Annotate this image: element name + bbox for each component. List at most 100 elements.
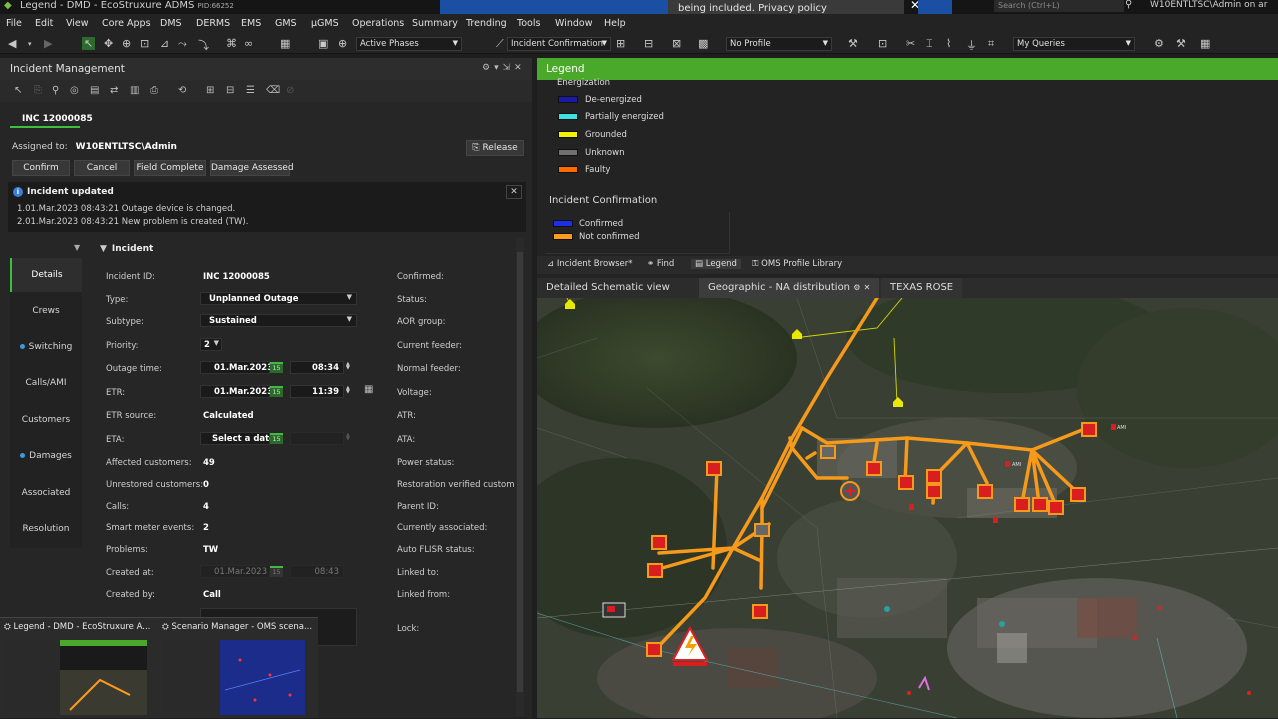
collapse-icon[interactable]: ▼ [74,243,80,252]
spinner-icon[interactable]: ▲ ▼ [346,433,350,442]
cut-icon[interactable]: ✂ [906,37,915,50]
nav-details[interactable]: Details [10,258,82,292]
thumbnail-legend[interactable]: ⛭ Legend - DMD - EcoStruxure A... [0,618,155,719]
history-icon[interactable]: ⟲ [178,85,186,96]
settings-icon[interactable]: ⚙ [1154,37,1164,50]
damage-assessed-button[interactable]: Damage Assessed [210,160,294,176]
back-icon[interactable]: ◀ [8,37,16,50]
menu-help[interactable]: Help [604,18,626,29]
user-account[interactable]: W10ENTLTSC\Admin on ar [1150,0,1267,10]
nav-customers[interactable]: Customers [10,403,82,437]
panel-controls[interactable]: ⚙▾⇲✕ [482,63,526,73]
search-input[interactable]: Search (Ctrl+L) [994,0,1124,12]
wrench-icon[interactable]: ⚒ [848,37,858,50]
profile-dropdown[interactable]: No Profile ▼ [726,37,832,51]
menu-ugms[interactable]: µGMS [311,18,339,29]
etr-time-input[interactable]: 11:39 [290,385,344,398]
print-icon[interactable]: ⎙ [150,85,158,96]
phases-icon[interactable]: ⊕ [338,37,347,50]
release-button[interactable]: ⎘ Release [466,140,524,156]
document-icon[interactable]: ▤ [90,85,99,96]
menu-trending[interactable]: Trending [466,18,507,29]
zoom-icon[interactable]: ⊕ [122,37,131,50]
nav-crews[interactable]: Crews [10,294,82,328]
link-icon[interactable]: ∞ [244,37,253,50]
calendar-icon[interactable]: 15 [270,362,283,373]
list-icon[interactable]: ☰ [246,85,255,96]
globe-icon[interactable]: ◎ [70,85,79,96]
nav-damages[interactable]: Damages [10,439,82,473]
split-icon[interactable]: ⊟ [226,85,234,96]
disabled-icon[interactable]: ⊘ [286,85,294,96]
grid-menu-icon[interactable]: ▦ [1200,37,1210,50]
menu-dms[interactable]: DMS [160,18,182,29]
type-select[interactable]: Unplanned Outage ▼ [200,292,357,305]
queries-dropdown[interactable]: My Queries ▼ [1013,37,1135,51]
tab-incident-browser[interactable]: ⊿ Incident Browser* [547,259,633,269]
calendar-icon[interactable]: 15 [270,386,283,397]
tie-icon[interactable]: ⌶ [926,37,933,51]
geographic-map[interactable]: AMI AMI [537,298,1278,718]
map-canvas[interactable]: AMI AMI [537,298,1278,718]
menu-operations[interactable]: Operations [352,18,404,29]
spinner-icon[interactable]: ▲ ▼ [346,386,350,395]
nav-resolution[interactable]: Resolution [10,512,82,546]
spinner-icon[interactable]: ▲ ▼ [346,362,350,371]
incident-confirmation-dropdown[interactable]: Incident Confirmation ▼ [507,37,611,51]
calendar-icon[interactable]: 15 [270,433,283,444]
menu-summary[interactable]: Summary [412,18,458,29]
menu-view[interactable]: View [66,18,89,29]
tab-oms-profile-library[interactable]: ⚿ OMS Profile Library [752,259,842,269]
menu-window[interactable]: Window [555,18,592,29]
ground-icon[interactable]: ⏚ [966,37,977,53]
menu-edit[interactable]: Edit [35,18,53,29]
select-icon[interactable]: ↖ [14,85,22,96]
grid-icon[interactable]: ▦ [280,37,290,50]
menu-file[interactable]: File [6,18,22,29]
menu-ems[interactable]: EMS [241,18,261,29]
settings-icon[interactable]: ⚙ [853,283,860,292]
field-complete-button[interactable]: Field Complete [134,160,206,176]
subtype-select[interactable]: Sustained ▼ [200,314,357,327]
select-tool-icon[interactable]: ↖ [82,37,96,50]
etr-date-input[interactable]: 01.Mar.2023 [200,385,273,398]
outage-time-input[interactable]: 08:34 [290,361,344,374]
close-icon[interactable]: ✕ [864,283,871,292]
menu-tools[interactable]: Tools [517,18,540,29]
close-icon[interactable]: ✕ [506,185,522,199]
trace-down-icon[interactable]: ⤵ [198,37,209,53]
scrollbar-thumb[interactable] [517,252,523,692]
fit-icon[interactable]: ⊡ [140,37,149,50]
confirm-button[interactable]: Confirm [12,160,70,176]
active-phases-dropdown[interactable]: Active Phases ▼ [356,37,462,51]
tab-texas-rose[interactable]: TEXAS ROSE [881,278,963,298]
priority-select[interactable]: 2 ▼ [200,338,222,351]
tab-find[interactable]: ⚭ Find [647,259,674,269]
privacy-toast[interactable]: being included. Privacy policy [668,0,904,14]
scrollbar[interactable] [516,238,524,716]
tab-geographic-na-distribution[interactable]: Geographic - NA distribution ⚙ ✕ [699,278,880,298]
tools-icon[interactable]: ⚒ [1176,37,1186,50]
search-icon[interactable]: ⚲ [1125,0,1132,10]
network-icon[interactable]: ⌘ [226,37,237,50]
chevron-down-icon[interactable]: ▾ [28,40,32,48]
trace-icon[interactable]: ⤳ [178,37,187,51]
menu-derms[interactable]: DERMS [196,18,230,29]
menu-gms[interactable]: GMS [275,18,297,29]
profile-icon[interactable]: ▩ [698,37,708,50]
zoom-area-icon[interactable]: ⊡ [878,37,887,50]
forward-icon[interactable]: ▶ [44,37,52,50]
layer-icon[interactable]: ▣ [318,37,328,50]
report-icon[interactable]: ▥ [130,85,139,96]
tab-incident[interactable]: INC 12000085 [10,110,93,128]
outage-date-input[interactable]: 01.Mar.2023 [200,361,273,374]
merge-icon[interactable]: ⊞ [206,85,214,96]
eta-date-input[interactable]: Select a date [200,432,275,445]
copy-icon[interactable]: ⎘ [34,85,42,96]
device-icon[interactable]: ⊞ [616,37,625,50]
thumbnail-scenario-manager[interactable]: ⛭ Scenario Manager - OMS scena... [158,618,313,719]
nav-associated[interactable]: Associated [10,476,82,510]
clear-icon[interactable]: ⊠ [672,37,681,50]
section-incident[interactable]: ▼ Incident [100,244,153,254]
pan-icon[interactable]: ✥ [104,37,113,50]
